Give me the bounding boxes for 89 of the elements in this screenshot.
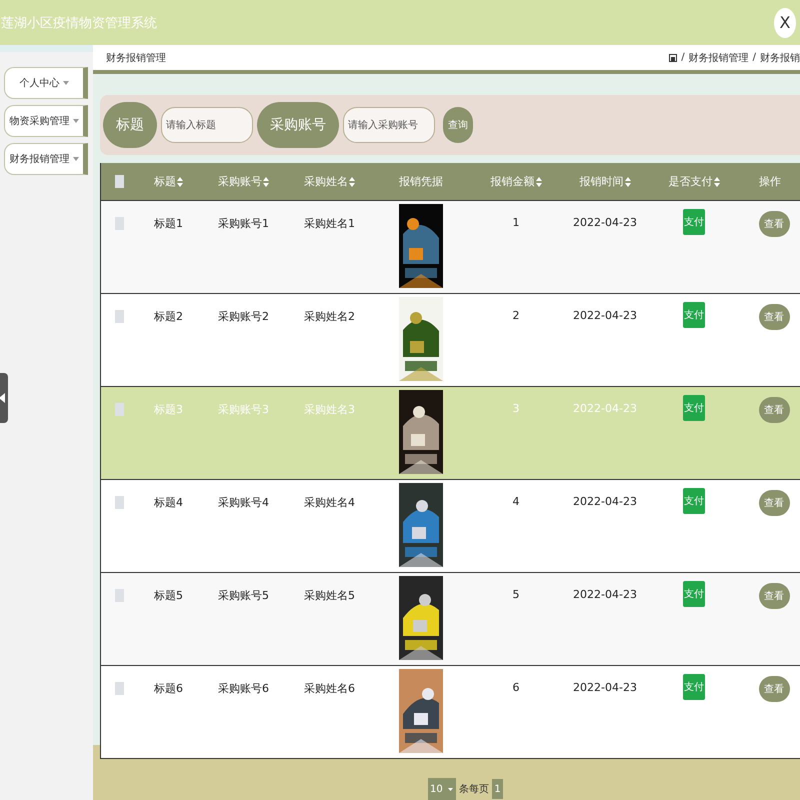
table-cell: 采购姓名2 — [304, 309, 355, 324]
per-page-label: 条每页 — [459, 783, 489, 796]
sidebar-menu-item[interactable]: 财务报销管理 — [4, 143, 88, 175]
search-field[interactable]: 请输入采购账号 — [343, 107, 435, 143]
pay-button[interactable]: 支付 — [683, 581, 705, 607]
table-cell: 标题5 — [154, 588, 183, 603]
column-header[interactable]: 是否支付 — [649, 174, 739, 189]
pay-button[interactable]: 支付 — [683, 674, 705, 700]
table-cell: 采购姓名6 — [304, 681, 355, 696]
table-cell: 2 — [512, 309, 520, 322]
table-cell: 2022-04-23 — [573, 216, 637, 229]
view-button[interactable]: 查看 — [758, 397, 790, 423]
sort-icon[interactable] — [177, 176, 183, 186]
sidebar-menu-item[interactable]: 物资采购管理 — [4, 105, 88, 137]
table-cell: 采购账号1 — [218, 216, 269, 231]
page-button[interactable]: 1 — [492, 779, 503, 799]
pay-button[interactable]: 支付 — [683, 488, 705, 514]
column-header[interactable]: 采购账号 — [211, 174, 296, 189]
table-cell: 采购账号6 — [218, 681, 269, 696]
row-checkbox[interactable] — [114, 217, 124, 230]
breadcrumb-separator: / — [752, 52, 756, 63]
table-cell: 标题2 — [154, 309, 183, 324]
table-row[interactable]: 标题3 采购账号3 采购姓名3 3 2022-04-23 支付 查看 — [101, 386, 800, 479]
table-cell: 1 — [512, 216, 520, 229]
pay-button[interactable]: 支付 — [683, 395, 705, 421]
select-all-checkbox[interactable] — [114, 175, 124, 188]
table-cell: 采购账号5 — [218, 588, 269, 603]
table-cell: 采购姓名4 — [304, 495, 355, 510]
caret-icon — [62, 81, 68, 85]
table-cell: 标题6 — [154, 681, 183, 696]
pay-button[interactable]: 支付 — [683, 209, 705, 235]
caret-icon — [72, 157, 78, 161]
table-cell: 6 — [512, 681, 520, 694]
page-title: 财务报销管理 — [106, 52, 166, 64]
breadcrumb-link[interactable]: 财务报销 — [760, 50, 800, 64]
column-header[interactable]: 报销时间 — [561, 174, 649, 189]
sort-icon[interactable] — [349, 176, 355, 186]
view-button[interactable]: 查看 — [758, 583, 790, 609]
breadcrumb-separator: / — [681, 52, 685, 63]
table-cell: 采购账号2 — [218, 309, 269, 324]
field-label: 标题 — [103, 102, 157, 148]
table-cell: 4 — [512, 495, 520, 508]
sort-icon[interactable] — [263, 176, 269, 186]
column-header: 报销凭据 — [398, 174, 444, 189]
table-cell: 5 — [512, 588, 520, 601]
table-cell: 2022-04-23 — [573, 402, 637, 415]
close-button[interactable]: X — [774, 8, 796, 38]
view-button[interactable]: 查看 — [758, 676, 790, 702]
sort-icon[interactable] — [624, 176, 630, 186]
table-cell: 3 — [512, 402, 520, 415]
sort-icon[interactable] — [714, 176, 720, 186]
column-header: 操作 — [758, 174, 782, 189]
row-checkbox[interactable] — [114, 403, 124, 416]
view-button[interactable]: 查看 — [758, 211, 790, 237]
view-button[interactable]: 查看 — [758, 304, 790, 330]
table-cell: 标题3 — [154, 402, 183, 417]
column-header[interactable]: 报销金额 — [471, 174, 561, 189]
column-header[interactable]: 采购姓名 — [296, 174, 371, 189]
sort-icon[interactable] — [536, 176, 542, 186]
breadcrumb-link[interactable]: 财务报销管理 — [688, 50, 749, 64]
caret-icon — [72, 119, 78, 123]
table-cell: 采购姓名3 — [304, 402, 355, 417]
table-cell: 标题1 — [154, 216, 183, 231]
column-header[interactable]: 标题 — [137, 174, 211, 189]
table-cell: 2022-04-23 — [573, 495, 637, 508]
table-cell: 采购姓名5 — [304, 588, 355, 603]
search-button[interactable]: 查询 — [443, 107, 473, 143]
table-cell: 2022-04-23 — [573, 588, 637, 601]
app-title: 莲湖小区疫情物资管理系统 — [1, 14, 157, 32]
table-cell: 标题4 — [154, 495, 183, 510]
row-checkbox[interactable] — [114, 496, 124, 509]
row-checkbox[interactable] — [114, 310, 124, 323]
pay-button[interactable]: 支付 — [683, 302, 705, 328]
caret-icon — [448, 788, 453, 790]
table-row[interactable]: 标题1 采购账号1 采购姓名1 1 2022-04-23 支付 查看 — [101, 200, 800, 293]
table-cell: 采购姓名1 — [304, 216, 355, 231]
search-field[interactable]: 请输入标题 — [161, 107, 253, 143]
page-size-select[interactable]: 10 — [428, 778, 456, 800]
table-cell: 采购账号3 — [218, 402, 269, 417]
view-button[interactable]: 查看 — [758, 490, 790, 516]
table-cell: 2022-04-23 — [573, 681, 637, 694]
row-checkbox[interactable] — [114, 682, 124, 695]
table-row[interactable]: 标题5 采购账号5 采购姓名5 5 2022-04-23 支付 查看 — [101, 572, 800, 665]
table-cell: 采购账号4 — [218, 495, 269, 510]
home-icon[interactable] — [669, 54, 678, 62]
table-cell: 2022-04-23 — [573, 309, 637, 322]
field-label: 采购账号 — [257, 102, 339, 148]
row-checkbox[interactable] — [114, 589, 124, 602]
sidebar-menu-item[interactable]: 个人中心 — [4, 67, 88, 99]
